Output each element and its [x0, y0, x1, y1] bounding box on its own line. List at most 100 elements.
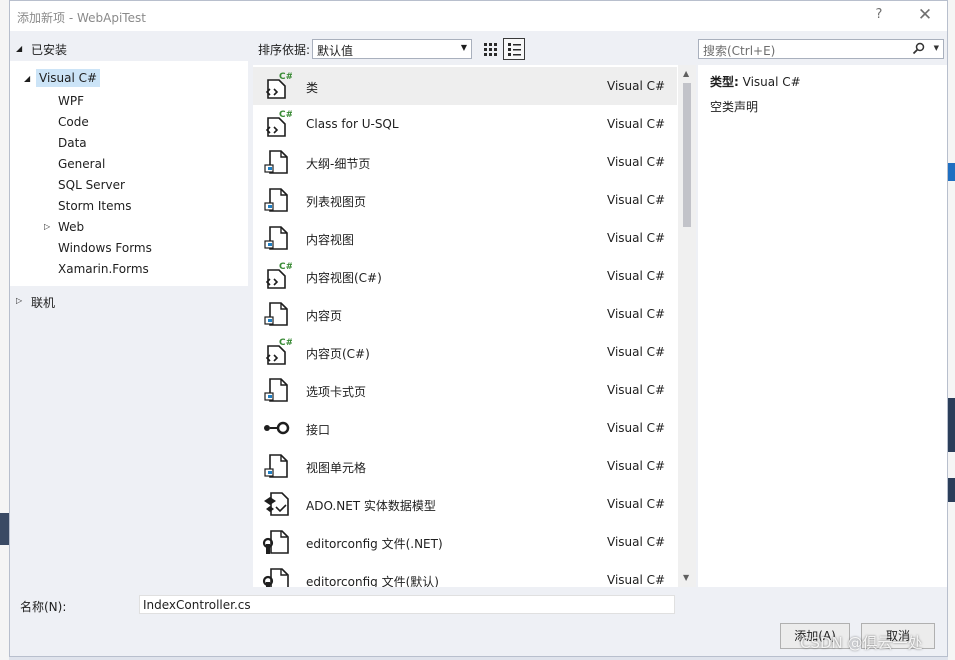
list-item-language: Visual C# — [607, 383, 666, 397]
chevron-down-icon: ▼ — [460, 43, 467, 52]
expanded-triangle-icon[interactable]: ◢ — [24, 74, 30, 83]
tree-node-wpf[interactable]: WPF — [58, 94, 84, 108]
tree-node-online[interactable]: 联机 — [31, 294, 55, 311]
tree-node-windows-forms[interactable]: Windows Forms — [58, 241, 152, 255]
list-item[interactable]: ADO.NET 实体数据模型 Visual C# — [253, 485, 677, 523]
list-item-name: 内容视图 — [306, 233, 355, 247]
list-item-language: Visual C# — [607, 231, 666, 245]
details-pane: 类型: Visual C# 空类声明 — [698, 65, 947, 587]
list-view-icon[interactable] — [503, 38, 525, 60]
list-item[interactable]: C# 内容页(C#) Visual C# — [253, 333, 677, 371]
chevron-down-icon[interactable]: ▼ — [934, 44, 939, 52]
background-window-left — [0, 0, 9, 660]
tree-node-web[interactable]: Web — [58, 220, 84, 234]
list-item[interactable]: 接口 Visual C# — [253, 409, 677, 447]
detail-description: 空类声明 — [710, 100, 759, 114]
list-item[interactable]: editorconfig 文件(.NET) Visual C# — [253, 523, 677, 561]
list-item-language: Visual C# — [607, 79, 666, 93]
list-item[interactable]: 视图单元格 Visual C# — [253, 447, 677, 485]
list-item-language: Visual C# — [607, 155, 666, 169]
window-title: 添加新项 - WebApiTest — [17, 11, 146, 25]
name-label: 名称(N): — [20, 600, 67, 614]
list-item[interactable]: 列表视图页 Visual C# — [253, 181, 677, 219]
list-item[interactable]: 内容视图 Visual C# — [253, 219, 677, 257]
list-item-name: 内容视图(C#) — [306, 271, 382, 285]
vertical-scrollbar[interactable]: ▲ ▼ — [678, 65, 696, 587]
csharp-file-icon: C# — [262, 337, 293, 367]
csharp-file-icon: C# — [262, 109, 293, 139]
xaml-page-icon — [262, 185, 292, 215]
list-item-name: 内容页(C#) — [306, 347, 370, 361]
tree-node-sql-server[interactable]: SQL Server — [58, 178, 125, 192]
svg-text:C#: C# — [279, 110, 292, 120]
tree-node-storm-items[interactable]: Storm Items — [58, 199, 131, 213]
collapsed-triangle-icon[interactable]: ▷ — [44, 222, 50, 231]
scrollbar-thumb[interactable] — [683, 83, 691, 227]
list-item-name: Class for U-SQL — [306, 117, 399, 131]
expanded-triangle-icon[interactable]: ◢ — [16, 44, 22, 53]
grid-view-icon[interactable] — [480, 39, 500, 59]
xaml-page-icon — [262, 223, 292, 253]
template-tree: ◢ Visual C# WPF Code Data General SQL Se… — [10, 61, 248, 286]
list-item-language: Visual C# — [607, 421, 666, 435]
list-item-language: Visual C# — [607, 459, 666, 473]
background-block — [948, 478, 955, 502]
list-item-name: 视图单元格 — [306, 461, 367, 475]
list-item-language: Visual C# — [607, 193, 666, 207]
tree-node-general[interactable]: General — [58, 157, 105, 171]
list-item[interactable]: 大纲-细节页 Visual C# — [253, 143, 677, 181]
name-input[interactable] — [139, 595, 675, 614]
tree-node-xamarin-forms[interactable]: Xamarin.Forms — [58, 262, 149, 276]
svg-text:C#: C# — [279, 72, 292, 82]
xaml-page-icon — [262, 375, 292, 405]
list-item-name: 大纲-细节页 — [306, 157, 371, 171]
sort-dropdown[interactable]: 默认值 ▼ — [312, 39, 472, 59]
list-item-name: editorconfig 文件(.NET) — [306, 537, 443, 551]
scroll-up-icon[interactable]: ▲ — [683, 69, 689, 78]
list-item-language: Visual C# — [607, 117, 666, 131]
watermark: CSDN @俱云一处 — [800, 634, 923, 652]
config-file-icon — [262, 565, 292, 587]
scroll-down-icon[interactable]: ▼ — [683, 573, 689, 582]
tree-node-visual-csharp[interactable]: Visual C# — [36, 69, 101, 87]
list-item-language: Visual C# — [607, 535, 666, 549]
list-item-language: Visual C# — [607, 345, 666, 359]
close-button[interactable]: ✕ — [915, 5, 935, 25]
background-block — [948, 163, 955, 181]
list-item[interactable]: 内容页 Visual C# — [253, 295, 677, 333]
search-input[interactable]: 搜索(Ctrl+E) — [703, 42, 775, 59]
sort-label: 排序依据: — [258, 43, 311, 57]
list-item[interactable]: 选项卡式页 Visual C# — [253, 371, 677, 409]
list-item[interactable]: C# Class for U-SQL Visual C# — [253, 105, 677, 143]
config-file-icon — [262, 527, 292, 557]
list-item-name: editorconfig 文件(默认) — [306, 575, 439, 587]
detail-type-value: Visual C# — [742, 75, 801, 89]
tree-node-code[interactable]: Code — [58, 115, 89, 129]
detail-type: 类型: Visual C# — [710, 73, 801, 90]
list-item[interactable]: editorconfig 文件(默认) Visual C# — [253, 561, 677, 587]
detail-type-label: 类型: — [710, 75, 739, 89]
tree-node-data[interactable]: Data — [58, 136, 87, 150]
template-list: editorconfig 文件(默认) Visual C# editorconfig… — [253, 65, 696, 587]
collapsed-triangle-icon[interactable]: ▷ — [16, 296, 22, 305]
list-item-name: 内容页 — [306, 309, 343, 323]
list-item[interactable]: C# 内容视图(C#) Visual C# — [253, 257, 677, 295]
csharp-file-icon: C# — [262, 71, 293, 101]
entity-model-icon — [262, 489, 292, 519]
search-box[interactable]: 搜索(Ctrl+E) ▼ — [698, 39, 944, 59]
interface-icon — [262, 413, 292, 443]
search-icon[interactable] — [912, 42, 925, 58]
list-item[interactable]: C# 类 Visual C# — [253, 67, 677, 105]
help-button[interactable]: ? — [872, 7, 886, 22]
list-item-language: Visual C# — [607, 573, 666, 587]
svg-text:C#: C# — [279, 262, 292, 272]
svg-text:C#: C# — [279, 338, 292, 348]
list-item-name: ADO.NET 实体数据模型 — [306, 499, 436, 513]
list-item-name: 列表视图页 — [306, 195, 367, 209]
list-item-language: Visual C# — [607, 269, 666, 283]
xaml-page-icon — [262, 299, 292, 329]
tree-node-installed[interactable]: 已安装 — [31, 41, 67, 58]
list-item-name: 类 — [306, 81, 319, 95]
add-new-item-dialog: 添加新项 - WebApiTest ? ✕ ◢ 已安装 ◢ Visual C# … — [9, 0, 948, 657]
background-window-right — [948, 0, 955, 660]
